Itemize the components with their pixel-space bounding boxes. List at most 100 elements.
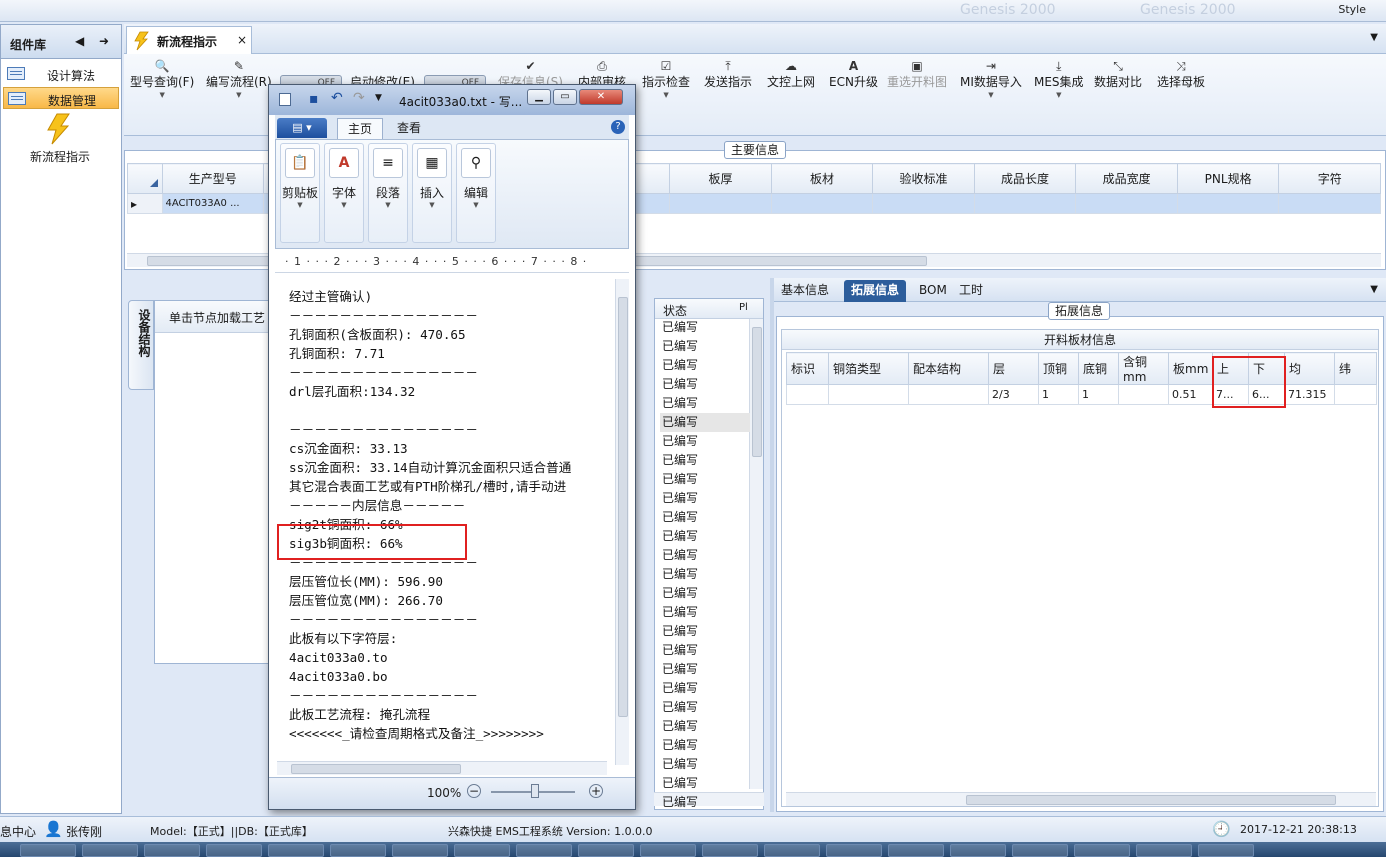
taskbar-button[interactable] <box>454 844 510 857</box>
status-cell[interactable]: 已编写 <box>660 356 750 375</box>
status-cell[interactable]: 已编写 <box>660 755 750 774</box>
status-column-header[interactable]: 状态 <box>663 302 687 319</box>
maximize-button[interactable]: ▭ <box>553 89 577 105</box>
taskbar-button[interactable] <box>888 844 944 857</box>
tab-dropdown-icon[interactable]: ▼ <box>1370 32 1378 43</box>
close-button[interactable]: ✕ <box>579 89 623 105</box>
column-header[interactable]: 成品长度 <box>973 163 1077 194</box>
wordpad-hscrollbar[interactable] <box>277 761 607 775</box>
column-header[interactable]: 底铜 <box>1078 352 1119 385</box>
taskbar-button[interactable] <box>1136 844 1192 857</box>
taskbar-button[interactable] <box>144 844 200 857</box>
status-cell[interactable]: 已编写 <box>660 584 750 603</box>
table-cell[interactable] <box>786 384 829 405</box>
cutting-material-hscrollbar[interactable] <box>786 792 1376 806</box>
status-cell[interactable]: 已编写 <box>660 717 750 736</box>
quick-access-dropdown-icon[interactable]: ▼ <box>375 93 382 103</box>
column-header[interactable]: 板厚 <box>669 163 772 194</box>
column-header[interactable]: 含铜mm <box>1118 352 1169 385</box>
status-cell[interactable]: 已编写 <box>660 413 750 432</box>
redo-icon[interactable]: ↷ <box>353 90 365 106</box>
taskbar-button[interactable] <box>1012 844 1068 857</box>
paragraph-group[interactable]: ≡ 段落 ▼ <box>368 143 408 243</box>
tab-dropdown-icon[interactable]: ▼ <box>1370 284 1378 295</box>
column-header[interactable]: PNL规格 <box>1176 163 1280 194</box>
table-cell[interactable]: 1 <box>1078 384 1119 405</box>
tab-work-hours[interactable]: 工时 <box>952 280 990 302</box>
taskbar-button[interactable] <box>764 844 820 857</box>
status-cell[interactable]: 已编写 <box>660 603 750 622</box>
table-cell[interactable]: 71.315 <box>1284 384 1335 405</box>
tab-bom[interactable]: BOM <box>912 280 954 302</box>
status-cell[interactable]: 已编写 <box>660 508 750 527</box>
tab-extended-info[interactable]: 拓展信息 <box>844 280 907 302</box>
wordpad-document[interactable]: 经过主管确认) －－－－－－－－－－－－－－－ 孔铜面积(含板面积): 470.65… <box>275 277 615 757</box>
status-cell[interactable]: 已编写 <box>660 698 750 717</box>
select-motherboard-button[interactable]: ⤨ 选择母板 <box>1157 58 1205 90</box>
save-icon[interactable]: ▪ <box>309 91 319 107</box>
status-cell[interactable]: 已编写 <box>660 318 750 337</box>
taskbar-button[interactable] <box>1198 844 1254 857</box>
status-cell[interactable]: 已编写 <box>660 793 750 812</box>
status-cell[interactable]: 已编写 <box>660 432 750 451</box>
write-flow-button[interactable]: ✎ 编写流程(R) ▼ <box>206 58 272 100</box>
status-cell[interactable]: 已编写 <box>660 546 750 565</box>
taskbar-button[interactable] <box>702 844 758 857</box>
taskbar-button[interactable] <box>392 844 448 857</box>
edit-group[interactable]: ⚲ 编辑 ▼ <box>456 143 496 243</box>
status-cell[interactable]: 已编写 <box>660 774 750 793</box>
undo-icon[interactable]: ↶ <box>331 90 343 106</box>
model-query-button[interactable]: 🔍 型号查询(F) ▼ <box>130 58 194 100</box>
status-cell[interactable]: 已编写 <box>660 679 750 698</box>
tab-home[interactable]: 主页 <box>337 118 384 139</box>
status-cell[interactable]: 已编写 <box>660 394 750 413</box>
wordpad-title-bar[interactable]: ▪ ↶ ↷ ▼ 4acit033a0.txt - 写... ▁ ▭ ✕ <box>269 85 635 115</box>
taskbar-button[interactable] <box>268 844 324 857</box>
status-cell[interactable]: 已编写 <box>660 337 750 356</box>
column-header[interactable]: 均 <box>1284 352 1335 385</box>
table-cell[interactable] <box>908 384 989 405</box>
status-cell[interactable]: 已编写 <box>660 489 750 508</box>
clipboard-group[interactable]: 📋 剪贴板 ▼ <box>280 143 320 243</box>
doc-control-online-button[interactable]: ☁ 文控上网 <box>767 58 815 90</box>
column-header[interactable]: 层 <box>988 352 1039 385</box>
data-compare-button[interactable]: ⤡ 数据对比 <box>1094 58 1142 90</box>
table-cell[interactable]: 1 <box>1038 384 1079 405</box>
column-header[interactable]: 板mm <box>1168 352 1213 385</box>
splitter[interactable] <box>770 278 774 812</box>
column-header[interactable]: 标识 <box>786 352 829 385</box>
tab-new-flow[interactable]: 新流程指示 × <box>126 26 252 54</box>
taskbar-button[interactable] <box>20 844 76 857</box>
taskbar-button[interactable] <box>826 844 882 857</box>
taskbar-button[interactable] <box>516 844 572 857</box>
style-menu[interactable]: Style <box>1338 3 1366 16</box>
message-center-label[interactable]: 息中心 <box>0 823 36 840</box>
tab-device-structure[interactable]: 设备结构 <box>128 300 154 390</box>
taskbar-button[interactable] <box>1074 844 1130 857</box>
status-cell[interactable]: 已编写 <box>660 470 750 489</box>
help-icon[interactable]: ? <box>611 120 625 134</box>
close-tab-icon[interactable]: × <box>237 33 247 47</box>
column-header[interactable]: 纬 <box>1334 352 1377 385</box>
column-header[interactable]: 生产型号 <box>161 163 265 194</box>
reselect-cutting-chart-button[interactable]: ▣ 重选开料图 <box>887 58 947 90</box>
zoom-in-icon[interactable]: + <box>589 784 603 798</box>
insert-group[interactable]: ▦ 插入 ▼ <box>412 143 452 243</box>
table-cell[interactable] <box>828 384 909 405</box>
table-cell[interactable]: 0.51 <box>1168 384 1213 405</box>
table-cell[interactable] <box>1334 384 1377 405</box>
status-cell[interactable]: 已编写 <box>660 451 750 470</box>
taskbar-button[interactable] <box>640 844 696 857</box>
font-group[interactable]: A 字体 ▼ <box>324 143 364 243</box>
status-cell[interactable]: 已编写 <box>660 565 750 584</box>
status-cell[interactable]: 已编写 <box>660 375 750 394</box>
taskbar-button[interactable] <box>206 844 262 857</box>
new-flow-button[interactable]: 新流程指示 <box>21 111 101 167</box>
table-row[interactable]: 2/3 1 1 0.51 7... 6... 71.315 <box>786 384 1377 405</box>
status-cell[interactable]: 已编写 <box>660 527 750 546</box>
column-header[interactable]: 顶铜 <box>1038 352 1079 385</box>
column-header[interactable]: 成品宽度 <box>1075 163 1178 194</box>
wordpad-ruler[interactable]: · 1 · · · 2 · · · 3 · · · 4 · · · 5 · · … <box>275 253 629 273</box>
taskbar-button[interactable] <box>82 844 138 857</box>
ecn-upgrade-button[interactable]: A ECN升级 <box>829 58 878 90</box>
